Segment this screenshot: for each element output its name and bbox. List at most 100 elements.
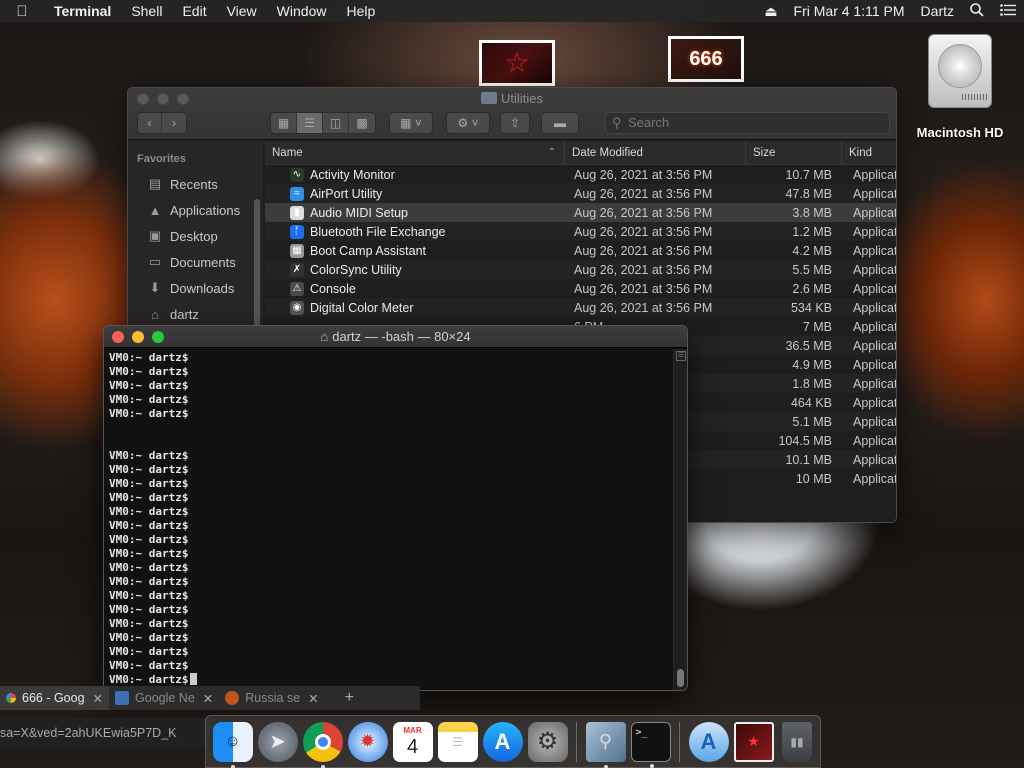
group-by-button[interactable]: ▦ ˅ [389,112,433,134]
menu-bar:  Terminal Shell Edit View Window Help ⏏… [0,0,1024,22]
terminal-line: VM0:~ dartz$ [109,351,676,365]
chrome-tab[interactable]: 666 - Goog ✕ [0,686,110,710]
column-size[interactable]: Size [746,141,842,164]
row-size: 5.1 MB [792,414,832,429]
scrollbar-thumb[interactable] [677,669,684,687]
table-row[interactable]: ✗ ColorSync Utility Aug 26, 2021 at 3:56 P… [265,260,896,279]
terminal-line: VM0:~ dartz$ [109,519,676,533]
close-tab-icon[interactable]: ✕ [308,691,318,706]
app-store-dock-icon[interactable]: A [482,721,523,762]
terminal-output[interactable]: VM0:~ dartz$ VM0:~ dartz$ VM0:~ dartz$ VM0:… [104,349,676,690]
back-forward-control: ‹ › [137,112,187,134]
apple-menu-icon[interactable]:  [0,3,44,20]
desktop-image-thumbnail-666[interactable]: 666 [668,36,744,82]
menu-window[interactable]: Window [267,3,337,19]
sidebar-item-home[interactable]: ⌂ dartz [128,301,263,327]
column-name-label: Name [272,146,303,159]
icon-view-icon[interactable]: ▦ [271,113,297,133]
close-tab-icon[interactable]: ✕ [93,691,103,706]
column-kind[interactable]: Kind [842,141,896,164]
terminal-title-text: dartz — -bash — 80×24 [332,329,471,344]
system-preferences-dock-icon[interactable]: ⚙ [527,721,568,762]
chrome-dock-icon[interactable] [302,721,343,768]
finder-search-input[interactable]: ⚲ Search [605,112,890,134]
terminal-dock-icon[interactable]: >_ [630,721,671,768]
column-date-modified[interactable]: Date Modified [565,141,746,164]
new-tab-icon[interactable]: + [345,689,354,707]
spotlight-search-icon[interactable] [962,2,992,20]
sidebar-item-downloads[interactable]: ⬇ Downloads [128,275,263,301]
table-row[interactable]: ▦ Boot Camp Assistant Aug 26, 2021 at 3:56… [265,241,896,260]
calendar-dock-icon[interactable]: MAR 4 [392,721,433,762]
row-size: 7 MB [802,319,832,334]
column-view-icon[interactable]: ◫ [323,113,349,133]
scroll-marker-icon: ☰ [676,351,686,361]
action-button[interactable]: ⚙ ˅ [446,112,490,134]
terminal-prompt: VM0:~ dartz$ [109,589,189,602]
menu-shell[interactable]: Shell [121,3,172,19]
chrome-tab[interactable]: Google Ne ✕ [109,686,219,710]
finder-face-icon: ☺ [224,732,241,750]
desktop-image-thumbnail[interactable]: ☆ [479,40,555,86]
terminal-line: VM0:~ dartz$ [109,617,676,631]
terminal-titlebar[interactable]: ⌂ dartz — -bash — 80×24 [104,326,687,348]
dock-separator [679,721,680,762]
row-kind: Applicat [853,357,897,372]
row-size: 4.2 MB [792,243,832,258]
home-icon: ⌂ [320,329,329,344]
terminal-line: VM0:~ dartz$ [109,533,676,547]
column-name[interactable]: Name ⌃ [265,141,565,164]
chrome-address-bar[interactable]: sa=X&ved=2ahUKEwia5P7D_K [0,718,210,748]
table-row[interactable]: ⚠ Console Aug 26, 2021 at 3:56 PM 2.6 MB App… [265,279,896,298]
sidebar-item-recents[interactable]: ▤ Recents [128,171,263,197]
finder-titlebar[interactable]: Utilities ‹ › ▦ ☰ ◫ ▩ ▦ ˅ ⚙ ˅ ⇧ ▬ ⚲ Sear… [128,88,896,140]
table-row[interactable]: ∿ Activity Monitor Aug 26, 2021 at 3:56 PM… [265,165,896,184]
share-button[interactable]: ⇧ [500,112,530,134]
table-row[interactable]: ◉ Digital Color Meter Aug 26, 2021 at 3:56… [265,298,896,317]
terminal-line: VM0:~ dartz$ [109,631,676,645]
macintosh-hd-label[interactable]: Macintosh HD [905,125,1015,140]
grid-icon: ▦ [400,116,412,130]
macintosh-hd-icon[interactable] [924,32,996,112]
eject-icon[interactable]: ⏏ [756,3,785,20]
running-indicator [603,764,608,768]
sidebar-item-applications[interactable]: ▲ Applications [128,197,263,223]
table-row[interactable]: ᚩ Bluetooth File Exchange Aug 26, 2021 at … [265,222,896,241]
launchpad-dock-icon[interactable]: ➤ [257,721,298,762]
magnifier-icon: ⚲ [598,731,613,751]
trash-dock-icon[interactable]: ▮▮ [782,721,812,762]
app-store-downloads-dock-icon[interactable]: A [688,721,729,762]
running-indicator [649,763,654,768]
menubar-user[interactable]: Dartz [913,3,962,19]
safari-dock-icon[interactable]: ✹ [347,721,388,762]
menu-view[interactable]: View [217,3,267,19]
notes-dock-icon[interactable]: ☰ [437,721,478,762]
list-view-icon[interactable]: ☰ [297,113,323,133]
terminal-prompt: VM0:~ dartz$ [109,505,189,518]
sidebar-item-desktop[interactable]: ▣ Desktop [128,223,263,249]
gallery-view-icon[interactable]: ▩ [349,113,375,133]
downloads-stack-dock-icon[interactable]: ★ [733,721,774,762]
app-store-icon: A [700,728,717,754]
terminal-scrollbar[interactable]: ☰ [673,349,687,690]
back-button[interactable]: ‹ [138,113,163,133]
table-row[interactable]: ▮ Audio MIDI Setup Aug 26, 2021 at 3:56 PM… [265,203,896,222]
menubar-clock[interactable]: Fri Mar 4 1:11 PM [786,3,913,19]
sidebar-item-documents[interactable]: ▭ Documents [128,249,263,275]
close-tab-icon[interactable]: ✕ [203,691,213,706]
tags-button[interactable]: ▬ [541,112,579,134]
chrome-tab[interactable]: Russia se ✕ [219,686,324,710]
sidebar-item-label: Downloads [170,280,235,296]
row-kind: Applicat [853,433,897,448]
menu-edit[interactable]: Edit [172,3,216,19]
menu-help[interactable]: Help [336,3,385,19]
forward-button[interactable]: › [162,113,186,133]
terminal-prompt-icon: >_ [635,726,648,738]
notification-center-icon[interactable] [992,3,1024,19]
terminal-line: VM0:~ dartz$ [109,603,676,617]
finder-dock-icon[interactable]: ☺ [212,721,253,768]
table-row[interactable]: ≈ AirPort Utility Aug 26, 2021 at 3:56 PM 4… [265,184,896,203]
menu-app-terminal[interactable]: Terminal [44,3,121,19]
preview-dock-icon[interactable]: ⚲ [585,721,626,768]
